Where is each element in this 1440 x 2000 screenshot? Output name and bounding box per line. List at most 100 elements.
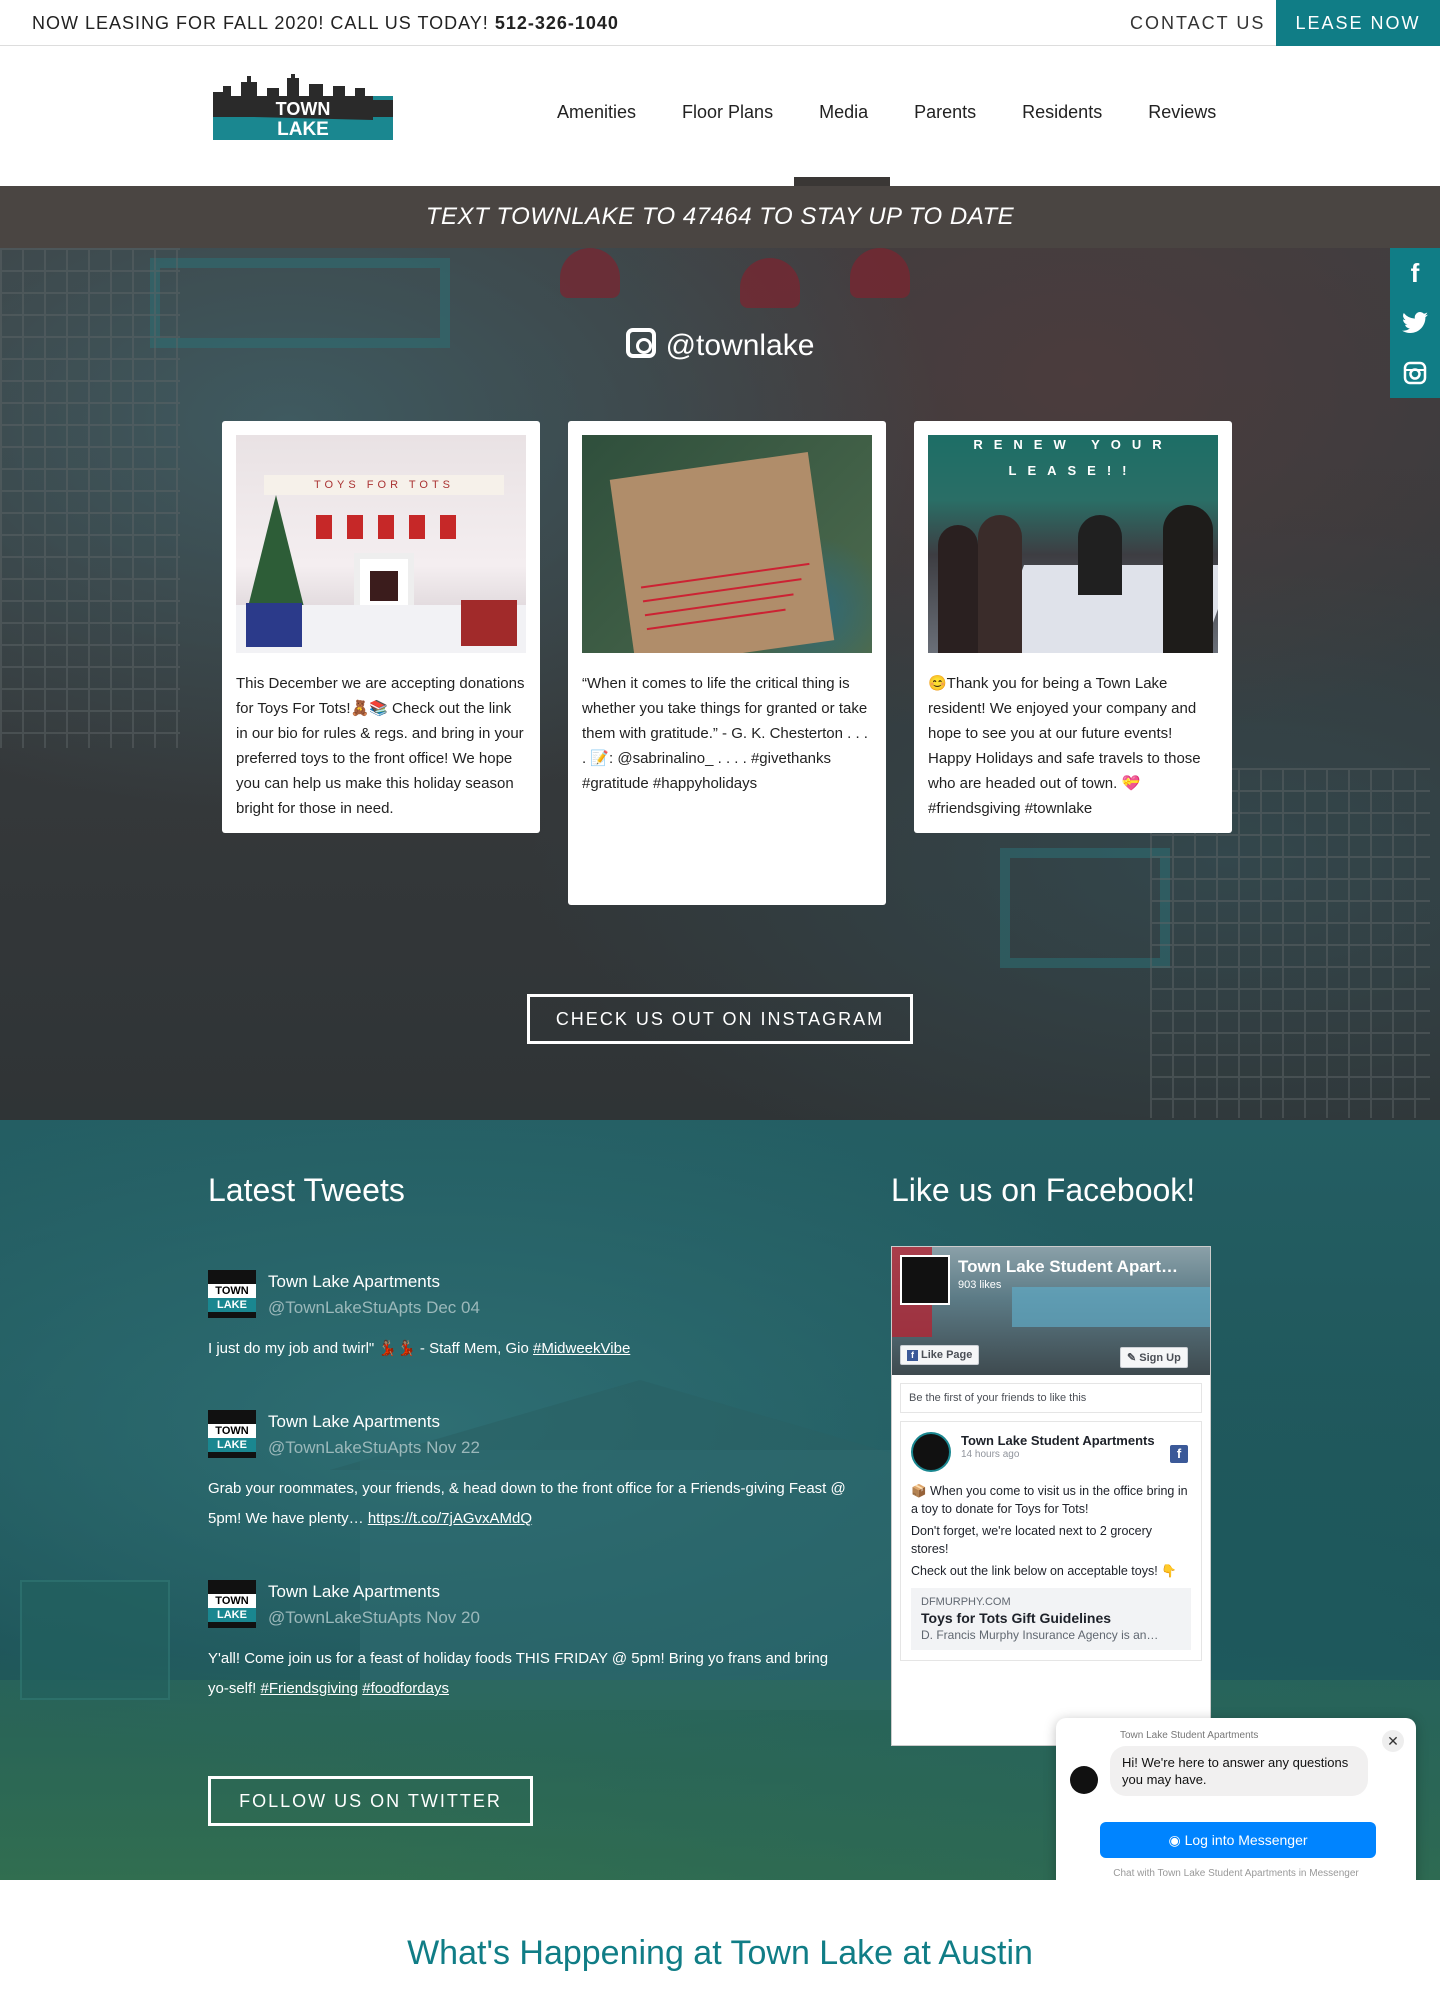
facebook-post-link-preview[interactable]: DFMURPHY.COM Toys for Tots Gift Guidelin…	[911, 1588, 1191, 1650]
facebook-friends-text: Be the first of your friends to like thi…	[900, 1383, 1202, 1413]
nav-reviews[interactable]: Reviews	[1148, 102, 1216, 123]
fireplace	[354, 553, 414, 613]
pencil-icon: ✎	[1127, 1352, 1140, 1364]
cover-pool	[1012, 1287, 1210, 1327]
renew-lease-sign-bottom: LEASE!!	[1008, 463, 1138, 478]
nav-residents[interactable]: Residents	[1022, 102, 1102, 123]
tweet: TOWN LAKE Town Lake Apartments @TownLakeS…	[208, 1270, 848, 1370]
instagram-post-photo: TOYS FOR TOTS	[236, 435, 526, 653]
facebook-like-page-button[interactable]: f Like Page	[900, 1345, 980, 1365]
leasing-announcement: NOW LEASING FOR FALL 2020! CALL US TODAY…	[32, 13, 619, 34]
tweet-avatar[interactable]: TOWN LAKE	[208, 1270, 256, 1318]
whats-happening-section: What's Happening at Town Lake at Austin	[0, 1880, 1440, 2000]
text-signup-banner: TEXT TOWNLAKE TO 47464 TO STAY UP TO DAT…	[0, 186, 1440, 248]
whats-happening-heading: What's Happening at Town Lake at Austin	[407, 1934, 1033, 1972]
link-domain: DFMURPHY.COM	[921, 1596, 1011, 1608]
instagram-post-photo	[582, 435, 872, 653]
messenger-login-button[interactable]: ◉ Log into Messenger	[1100, 1822, 1376, 1858]
background-information-sign	[20, 1580, 170, 1700]
instagram-post-photo: RENEW YOUR LEASE!!	[928, 435, 1218, 653]
instagram-icon	[625, 328, 656, 358]
top-bar: NOW LEASING FOR FALL 2020! CALL US TODAY…	[0, 0, 1440, 46]
facebook-heading: Like us on Facebook!	[891, 1172, 1196, 1208]
link-title: Toys for Tots Gift Guidelines	[921, 1610, 1112, 1626]
tweet-hashtag-link[interactable]: #Friendsgiving	[261, 1680, 359, 1697]
messenger-icon: ◉	[1168, 1832, 1185, 1848]
instagram-handle[interactable]: @townlake	[0, 328, 1440, 363]
background-grid	[0, 248, 180, 748]
nav-floor-plans[interactable]: Floor Plans	[682, 102, 773, 123]
facebook-post-author[interactable]: Town Lake Student Apartments	[961, 1432, 1191, 1449]
instagram-post-card[interactable]: RENEW YOUR LEASE!! 😊Thank you for being …	[914, 421, 1232, 833]
instagram-cta-button[interactable]: CHECK US OUT ON INSTAGRAM	[527, 994, 913, 1044]
tweet-handle-date[interactable]: @TownLakeStuApts Nov 22	[268, 1438, 480, 1458]
tweet-avatar[interactable]: TOWN LAKE	[208, 1410, 256, 1458]
facebook-post: Town Lake Student Apartments 14 hours ag…	[900, 1421, 1202, 1661]
lease-now-button[interactable]: LEASE NOW	[1276, 0, 1440, 46]
tweet-avatar[interactable]: TOWN LAKE	[208, 1580, 256, 1628]
facebook-page-name[interactable]: Town Lake Student Apart…	[958, 1257, 1208, 1277]
tweet-hashtag-link[interactable]: #foodfordays	[362, 1680, 449, 1697]
town-lake-logo[interactable]: TOWN LAKE	[213, 74, 393, 140]
instagram-post-card[interactable]: “When it comes to life the critical thin…	[568, 421, 886, 905]
nav-parents[interactable]: Parents	[914, 102, 976, 123]
facebook-signup-button[interactable]: ✎ Sign Up	[1120, 1347, 1188, 1368]
facebook-page-widget: Town Lake Student Apart… 903 likes f Like…	[891, 1246, 1211, 1746]
tweet-text: I just do my job and twirl" 💃🏽💃🏽 - Staff…	[208, 1340, 631, 1357]
facebook-icon: f	[907, 1350, 918, 1361]
facebook-page-avatar[interactable]	[900, 1255, 950, 1305]
leasing-text: NOW LEASING FOR FALL 2020! CALL US TODAY…	[32, 13, 489, 33]
tweet-handle-date[interactable]: @TownLakeStuApts Dec 04	[268, 1298, 480, 1318]
person	[1078, 515, 1122, 595]
background-umbrella	[740, 258, 800, 308]
facebook-post-time[interactable]: 14 hours ago	[961, 1449, 1191, 1460]
tweet-author[interactable]: Town Lake Apartments	[268, 1582, 440, 1602]
instagram-post-caption: 😊Thank you for being a Town Lake residen…	[928, 675, 1201, 817]
twitter-follow-button[interactable]: FOLLOW US ON TWITTER	[208, 1776, 533, 1826]
handwritten-card	[609, 452, 835, 653]
tweet: TOWN LAKE Town Lake Apartments @TownLakeS…	[208, 1410, 848, 1540]
tweet-text: Y'all! Come join us for a feast of holid…	[208, 1650, 829, 1697]
facebook-logo-icon[interactable]: f	[1170, 1445, 1188, 1463]
facebook-post-avatar[interactable]	[911, 1432, 951, 1472]
nav-media[interactable]: Media	[819, 102, 868, 123]
person	[978, 515, 1022, 653]
tweet-author[interactable]: Town Lake Apartments	[268, 1272, 440, 1292]
tweet: TOWN LAKE Town Lake Apartments @TownLakeS…	[208, 1580, 848, 1710]
gift-box	[461, 600, 517, 646]
facebook-cover-photo[interactable]: Town Lake Student Apart… 903 likes f Like…	[892, 1247, 1210, 1375]
facebook-icon[interactable]: f	[1390, 248, 1440, 298]
background-umbrella	[850, 248, 910, 298]
twitter-icon[interactable]	[1390, 298, 1440, 348]
tweet-text: Grab your roommates, your friends, & hea…	[208, 1480, 846, 1527]
messenger-footer: Chat with Town Lake Student Apartments i…	[1113, 1868, 1359, 1879]
christmas-tree	[246, 495, 306, 615]
background-pool	[1000, 848, 1170, 968]
tweet-url-link[interactable]: https://t.co/7jAGvxAMdQ	[368, 1510, 532, 1527]
instagram-section: @townlake TOYS FOR TOTS This December we…	[0, 248, 1440, 1120]
messenger-avatar	[1070, 1766, 1098, 1794]
link-subtitle: D. Francis Murphy Insurance Agency is an…	[921, 1628, 1159, 1642]
contact-us-link[interactable]: CONTACT US	[1130, 13, 1265, 34]
logo-lake-text: LAKE	[277, 119, 329, 140]
gift-box	[246, 603, 302, 647]
toys-for-tots-sign: TOYS FOR TOTS	[264, 475, 504, 495]
nav-amenities[interactable]: Amenities	[557, 102, 636, 123]
instagram-post-caption: This December we are accepting donations…	[236, 675, 525, 817]
person	[938, 525, 978, 653]
latest-tweets-heading: Latest Tweets	[208, 1172, 405, 1208]
main-nav: Amenities Floor Plans Media Parents Resi…	[534, 102, 1239, 123]
instagram-handle-text: @townlake	[665, 329, 815, 362]
close-icon[interactable]: ✕	[1382, 1730, 1404, 1752]
facebook-like-count: 903 likes	[958, 1279, 1002, 1291]
tweet-author[interactable]: Town Lake Apartments	[268, 1412, 440, 1432]
messenger-page-name: Town Lake Student Apartments	[1120, 1730, 1259, 1741]
phone-number[interactable]: 512-326-1040	[495, 13, 619, 33]
tweet-handle-date[interactable]: @TownLakeStuApts Nov 20	[268, 1608, 480, 1628]
instagram-post-caption: “When it comes to life the critical thin…	[582, 675, 868, 792]
person	[1163, 505, 1213, 653]
tweet-hashtag-link[interactable]: #MidweekVibe	[533, 1340, 630, 1357]
active-nav-indicator	[794, 177, 890, 186]
instagram-post-card[interactable]: TOYS FOR TOTS This December we are accep…	[222, 421, 540, 833]
instagram-icon[interactable]	[1390, 348, 1440, 398]
